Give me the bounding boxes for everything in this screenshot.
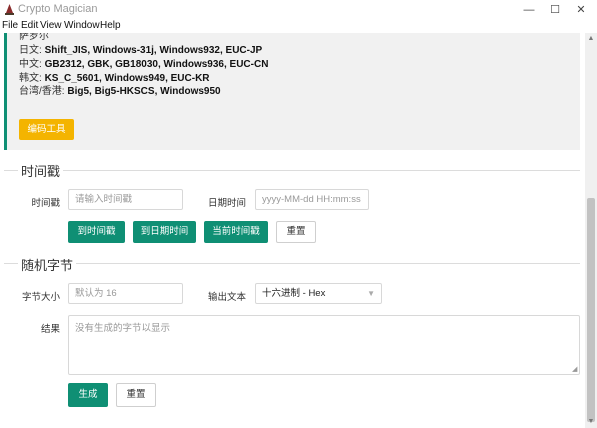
encoding-info-panel: 萨罗尔 日文: Shift_JIS, Windows-31j, Windows9… <box>4 33 580 150</box>
to-datetime-button[interactable]: 到日期时间 <box>133 221 196 243</box>
datetime-label: 日期时间 <box>207 198 246 209</box>
encoding-tool-button[interactable]: 编码工具 <box>19 119 74 140</box>
section-divider <box>4 263 580 264</box>
info-line-chinese: 中文: GB2312, GBK, GB18030, Windows936, EU… <box>19 59 269 70</box>
window-title: Crypto Magician <box>18 3 98 15</box>
to-timestamp-button[interactable]: 到时间戳 <box>68 221 125 243</box>
timestamp-label: 时间戳 <box>31 198 60 209</box>
output-text-label: 输出文本 <box>207 292 246 303</box>
menu-view[interactable]: View <box>40 20 62 32</box>
byte-size-input[interactable]: 默认为 16 <box>68 283 183 304</box>
result-textarea[interactable]: 没有生成的字节以显示 ◢ <box>68 315 580 375</box>
random-reset-button[interactable]: 重置 <box>116 383 156 407</box>
scroll-down-arrow-icon[interactable]: ▼ <box>587 418 595 426</box>
output-format-value: 十六进制 - Hex <box>262 288 326 299</box>
resize-handle-icon[interactable]: ◢ <box>572 366 578 373</box>
chevron-down-icon: ▼ <box>367 289 375 298</box>
app-logo-icon <box>5 4 14 15</box>
section-divider <box>4 170 580 171</box>
timestamp-input[interactable]: 请输入时间戳 <box>68 189 183 210</box>
menu-bar: File Edit View Window Help <box>0 20 597 33</box>
title-bar: Crypto Magician — ☐ ✕ <box>0 0 597 20</box>
datetime-input[interactable]: yyyy-MM-dd HH:mm:ss <box>255 189 369 210</box>
close-button[interactable]: ✕ <box>567 2 595 18</box>
output-format-select[interactable]: 十六进制 - Hex ▼ <box>255 283 382 304</box>
generate-button[interactable]: 生成 <box>68 383 108 407</box>
minimize-button[interactable]: — <box>515 2 543 18</box>
scroll-up-arrow-icon[interactable]: ▲ <box>587 35 595 43</box>
result-label: 结果 <box>40 324 60 335</box>
menu-edit[interactable]: Edit <box>21 20 38 32</box>
result-placeholder: 没有生成的字节以显示 <box>75 323 171 334</box>
menu-window[interactable]: Window <box>64 20 100 32</box>
scrollbar-thumb[interactable] <box>587 198 595 422</box>
maximize-button[interactable]: ☐ <box>541 2 569 18</box>
menu-file[interactable]: File <box>2 20 18 32</box>
byte-size-label: 字节大小 <box>21 292 60 303</box>
timestamp-section-title: 时间戳 <box>18 161 64 180</box>
menu-help[interactable]: Help <box>100 20 121 32</box>
content-area: 萨罗尔 日文: Shift_JIS, Windows-31j, Windows9… <box>0 33 585 428</box>
vertical-scrollbar[interactable]: ▲ ▼ <box>585 33 597 428</box>
random-bytes-section-title: 随机字节 <box>18 255 77 274</box>
info-line-taiwan-hk: 台湾/香港: Big5, Big5-HKSCS, Windows950 <box>19 86 221 97</box>
current-timestamp-button[interactable]: 当前时间戳 <box>204 221 268 243</box>
timestamp-reset-button[interactable]: 重置 <box>276 221 316 243</box>
info-line-japanese: 日文: Shift_JIS, Windows-31j, Windows932, … <box>19 45 263 56</box>
